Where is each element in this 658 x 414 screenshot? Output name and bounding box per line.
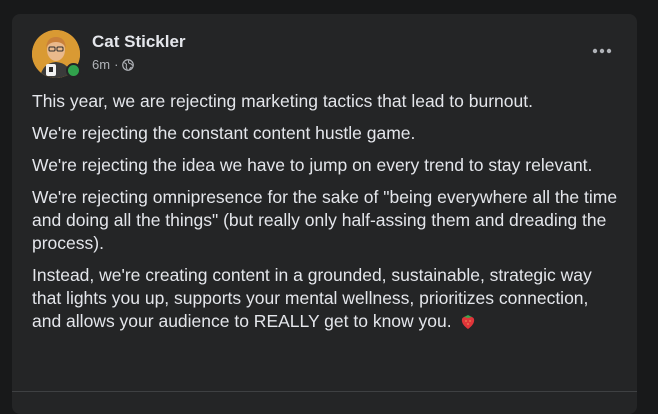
post-timestamp[interactable]: 6m xyxy=(92,57,110,72)
meta-separator: · xyxy=(114,57,119,72)
post-paragraph: We're rejecting the idea we have to jump… xyxy=(32,155,593,175)
post-paragraph: This year, we are rejecting marketing ta… xyxy=(32,91,533,111)
post-paragraph: Instead, we're creating content in a gro… xyxy=(32,265,592,331)
author-name[interactable]: Cat Stickler xyxy=(92,32,186,52)
post-paragraph: We're rejecting the constant content hus… xyxy=(32,123,416,143)
globe-icon[interactable] xyxy=(122,58,135,71)
post-paragraph: We're rejecting omnipresence for the sak… xyxy=(32,187,618,253)
author-avatar[interactable] xyxy=(32,30,81,78)
post-divider xyxy=(12,391,637,392)
strawberry-emoji xyxy=(459,312,477,336)
post-text: This year, we are rejecting marketing ta… xyxy=(32,90,622,345)
post-header: Cat Stickler 6m · xyxy=(32,30,617,80)
more-options-button[interactable] xyxy=(584,33,620,69)
post-meta: 6m · xyxy=(92,57,135,72)
post-paragraph-last: Instead, we're creating content in a gro… xyxy=(32,264,622,336)
online-status-indicator xyxy=(66,63,81,78)
post-card: Cat Stickler 6m · This year, we are reje… xyxy=(12,14,637,414)
more-options-icon xyxy=(592,48,612,54)
